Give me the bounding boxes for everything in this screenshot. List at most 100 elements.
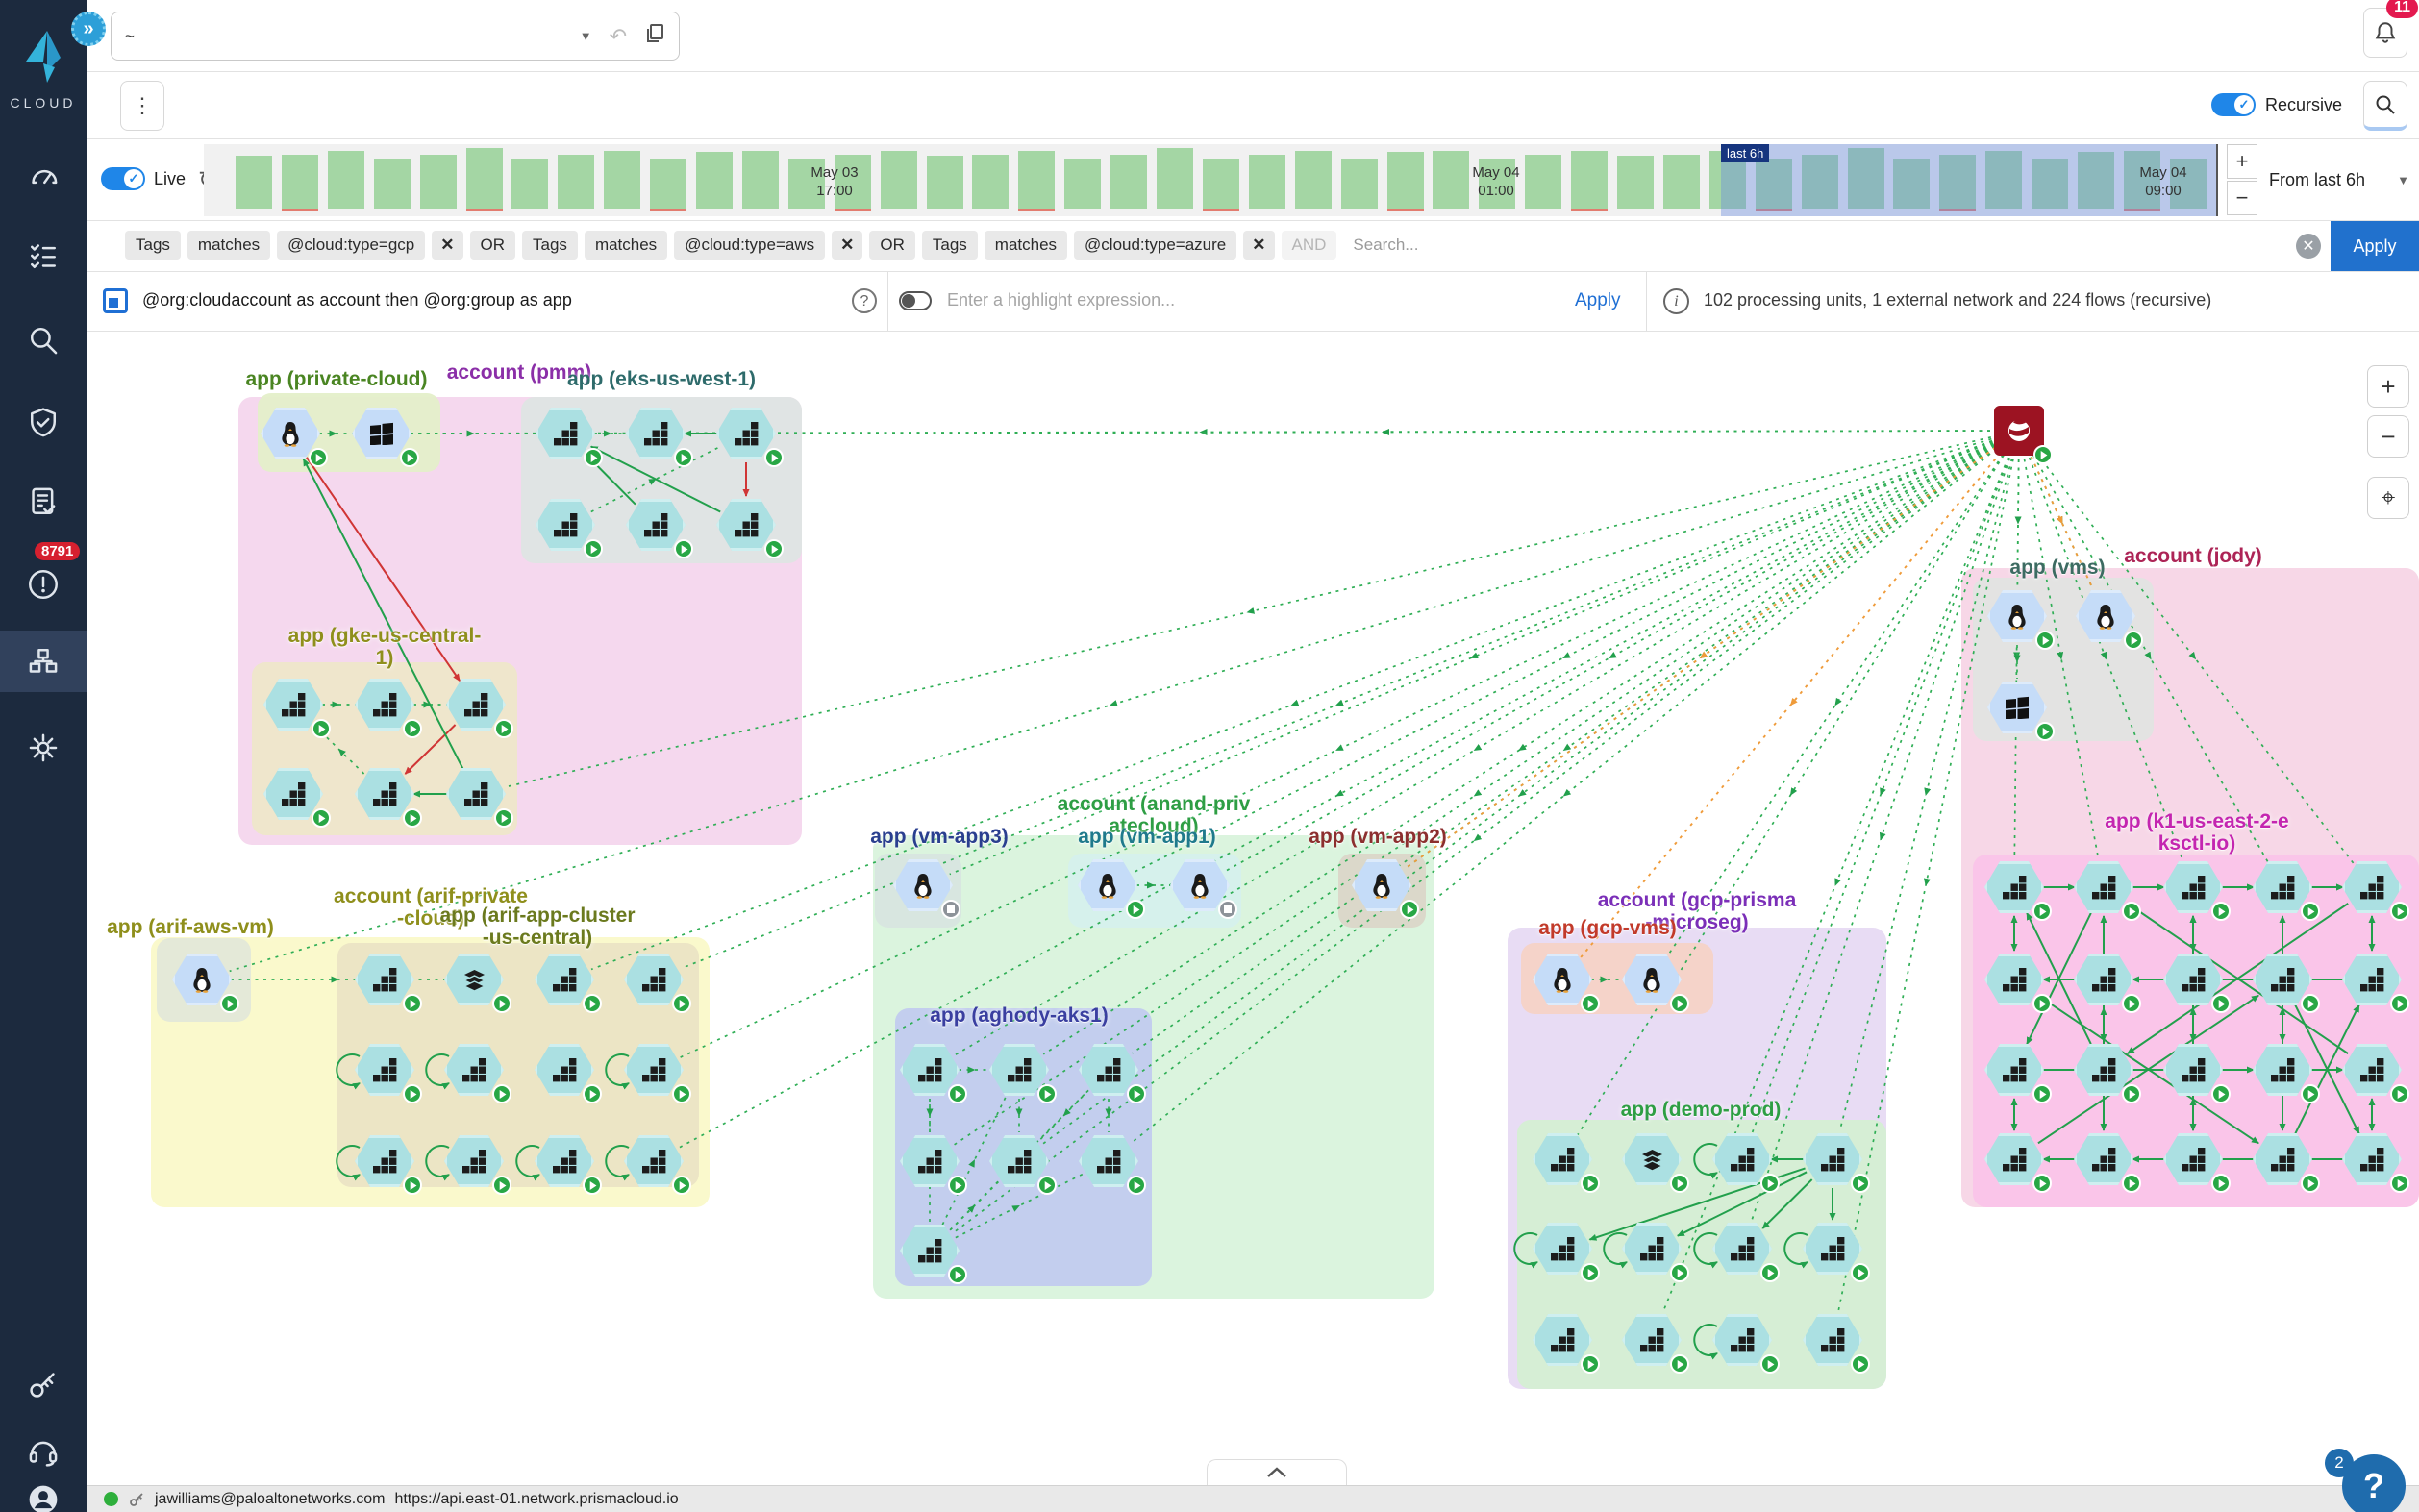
timeline-bar[interactable] xyxy=(282,155,318,209)
timeline-bar[interactable] xyxy=(1341,159,1378,209)
graph-node-private-cloud[interactable] xyxy=(352,408,411,459)
canvas-center-button[interactable]: ⌖ xyxy=(2367,477,2409,519)
graph-node-vm-app1[interactable] xyxy=(1078,859,1137,911)
graph-node-arif-cluster[interactable] xyxy=(624,954,684,1005)
expression-input[interactable]: @org:cloudaccount as account then @org:g… xyxy=(142,290,572,310)
undo-icon[interactable]: ↶ xyxy=(610,24,627,49)
live-toggle[interactable]: ✓ xyxy=(101,167,145,190)
graph-node-k1[interactable] xyxy=(2342,1133,2402,1185)
filter-remove-button[interactable]: ✕ xyxy=(832,231,862,260)
timeline-bar[interactable] xyxy=(1249,155,1285,209)
timeline-bar[interactable] xyxy=(972,155,1009,209)
highlight-toggle[interactable] xyxy=(899,291,932,310)
graph-node-demo-prod[interactable] xyxy=(1712,1314,1772,1366)
timeline-bar[interactable] xyxy=(1525,155,1561,209)
graph-node-k1[interactable] xyxy=(2163,1133,2223,1185)
canvas-zoom-out-button[interactable]: − xyxy=(2367,415,2409,458)
filter-joiner-chip[interactable]: OR xyxy=(869,231,915,260)
graph-node-arif-cluster[interactable] xyxy=(444,1135,504,1187)
graph-node-arif-cluster[interactable] xyxy=(535,954,594,1005)
graph-node-demo-prod[interactable] xyxy=(1712,1223,1772,1275)
graph-node-arif-cluster[interactable] xyxy=(624,1044,684,1096)
graph-node-eks[interactable] xyxy=(626,408,686,459)
graph-node-k1[interactable] xyxy=(2253,861,2312,913)
graph-node-gke[interactable] xyxy=(355,768,414,820)
graph-node-arif-cluster[interactable] xyxy=(355,954,414,1005)
graph-canvas[interactable]: + − ⌖ account (pmm)account (jody)account… xyxy=(87,333,2419,1485)
timeline-bar[interactable] xyxy=(1157,148,1193,209)
timeline-bar[interactable] xyxy=(328,151,364,209)
graph-node-demo-prod[interactable] xyxy=(1803,1314,1862,1366)
graph-node-demo-prod[interactable] xyxy=(1622,1314,1682,1366)
graph-node-aghody[interactable] xyxy=(1079,1044,1138,1096)
sidebar-item-network[interactable] xyxy=(0,631,87,692)
timeline-bar[interactable] xyxy=(1433,151,1469,209)
canvas-zoom-in-button[interactable]: + xyxy=(2367,365,2409,408)
timeline-bar[interactable] xyxy=(1064,159,1101,209)
sidebar-item-access-keys[interactable] xyxy=(0,1353,87,1415)
timeline-histogram[interactable]: last 6h xyxy=(204,144,2218,216)
graph-node-arif-cluster[interactable] xyxy=(355,1135,414,1187)
filter-field-chip[interactable]: Tags xyxy=(125,231,181,260)
graph-node-k1[interactable] xyxy=(2342,954,2402,1005)
timeline-bar[interactable] xyxy=(650,159,686,209)
graph-node-gcp-vms[interactable] xyxy=(1533,954,1592,1005)
graph-node-aghody[interactable] xyxy=(900,1044,960,1096)
graph-node-k1[interactable] xyxy=(1984,1133,2044,1185)
graph-node-demo-prod[interactable] xyxy=(1803,1133,1862,1185)
recursive-toggle[interactable]: ✓ xyxy=(2211,93,2256,116)
graph-node-arif-cluster[interactable] xyxy=(444,1044,504,1096)
timeline-bar[interactable] xyxy=(927,156,963,209)
graph-node-k1[interactable] xyxy=(1984,861,2044,913)
filter-operator-chip[interactable]: matches xyxy=(985,231,1067,260)
timeline-bar[interactable] xyxy=(374,159,411,209)
graph-node-arif-cluster[interactable] xyxy=(355,1044,414,1096)
apply-filters-button[interactable]: Apply xyxy=(2331,221,2419,271)
graph-search-button[interactable] xyxy=(2363,81,2407,131)
graph-node-k1[interactable] xyxy=(2253,1044,2312,1096)
graph-node-aghody[interactable] xyxy=(900,1135,960,1187)
filter-operator-chip[interactable]: matches xyxy=(585,231,667,260)
sidebar-item-policies[interactable] xyxy=(0,392,87,454)
filter-and-chip[interactable]: AND xyxy=(1282,231,1337,260)
graph-node-vms[interactable] xyxy=(1987,590,2047,642)
graph-node-gke[interactable] xyxy=(446,679,506,731)
sidebar-item-settings[interactable] xyxy=(0,717,87,779)
filter-remove-button[interactable]: ✕ xyxy=(432,231,462,260)
graph-node-eks[interactable] xyxy=(626,499,686,551)
sidebar-item-alerts[interactable]: 8791 xyxy=(0,554,87,615)
graph-node-vm-app2[interactable] xyxy=(1352,859,1411,911)
timeline-bar[interactable] xyxy=(1203,159,1239,209)
graph-node-gke[interactable] xyxy=(263,768,323,820)
timeline-bar[interactable] xyxy=(420,155,457,209)
timeline-bar[interactable] xyxy=(1617,156,1654,209)
filter-value-chip[interactable]: @cloud:type=aws xyxy=(674,231,825,260)
timeline-bar[interactable] xyxy=(1295,151,1332,209)
graph-node-k1[interactable] xyxy=(1984,954,2044,1005)
graph-node-k1[interactable] xyxy=(2163,861,2223,913)
external-network-node[interactable] xyxy=(1994,406,2044,456)
filter-joiner-chip[interactable]: OR xyxy=(470,231,516,260)
time-range-select[interactable]: From last 6h ▼ xyxy=(2269,144,2411,216)
timeline-zoom-out-button[interactable]: − xyxy=(2227,181,2257,215)
graph-node-k1[interactable] xyxy=(2074,861,2133,913)
graph-node-vms[interactable] xyxy=(2076,590,2135,642)
graph-node-k1[interactable] xyxy=(2342,861,2402,913)
graph-node-aghody[interactable] xyxy=(989,1135,1049,1187)
graph-node-k1[interactable] xyxy=(2342,1044,2402,1096)
graph-node-k1[interactable] xyxy=(1984,1044,2044,1096)
graph-node-gcp-vms[interactable] xyxy=(1622,954,1682,1005)
graph-node-arif-aws-vm[interactable] xyxy=(172,954,232,1005)
graph-node-k1[interactable] xyxy=(2074,1133,2133,1185)
graph-node-demo-prod[interactable] xyxy=(1622,1223,1682,1275)
copy-icon[interactable] xyxy=(644,23,665,50)
graph-node-arif-cluster[interactable] xyxy=(444,954,504,1005)
sidebar-item-inventory[interactable] xyxy=(0,225,87,286)
chevron-down-icon[interactable]: ▼ xyxy=(580,29,592,43)
graph-node-k1[interactable] xyxy=(2253,954,2312,1005)
notifications-button[interactable]: 11 xyxy=(2363,8,2407,58)
graph-node-k1[interactable] xyxy=(2074,954,2133,1005)
graph-node-demo-prod[interactable] xyxy=(1803,1223,1862,1275)
graph-node-arif-cluster[interactable] xyxy=(535,1135,594,1187)
sidebar-item-profile[interactable] xyxy=(0,1469,87,1512)
